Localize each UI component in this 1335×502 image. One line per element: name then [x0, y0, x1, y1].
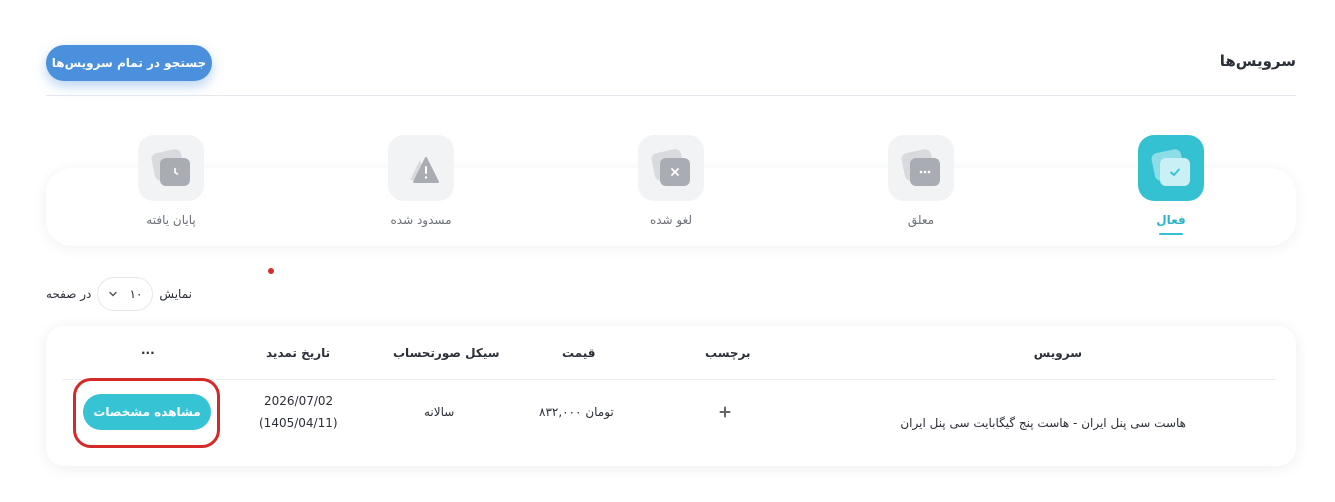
column-header-renewal-date: تاریخ تمدید	[266, 346, 331, 360]
tab-active[interactable]: فعال	[1101, 135, 1241, 245]
renewal-date-alt: (1405/04/11)	[259, 416, 338, 430]
tab-label: فعال	[1156, 213, 1186, 227]
column-header-more[interactable]: ...	[141, 343, 155, 357]
per-page-show-label: نمایش	[159, 287, 192, 301]
tab-label: معلق	[907, 213, 935, 227]
column-header-price: قیمت	[562, 346, 596, 360]
chevron-down-icon	[109, 291, 118, 297]
service-price: ۸۳۲,۰۰۰ تومان	[539, 405, 614, 419]
column-header-service: سرویس	[1033, 346, 1082, 360]
tab-active-indicator	[1159, 233, 1183, 235]
highlight-annotation	[73, 378, 220, 448]
page-header: جستجو در تمام سرویس‌ها سرویس‌ها	[46, 30, 1296, 96]
add-tag-icon[interactable]	[719, 406, 731, 418]
per-page-value: ۱۰	[129, 287, 143, 301]
tab-ended[interactable]: پایان یافته	[101, 135, 241, 245]
check-icon	[1138, 135, 1204, 201]
clock-icon	[138, 135, 204, 201]
per-page-select[interactable]: ۱۰	[97, 277, 154, 311]
tab-label: مسدود شده	[390, 213, 452, 227]
tab-label: لغو شده	[649, 213, 693, 227]
header-divider	[62, 379, 1276, 380]
column-header-tag: برچسب	[705, 346, 751, 360]
service-name: هاست سی پنل ایران - هاست پنج گیگابایت سی…	[900, 416, 1186, 430]
tab-suspended[interactable]: معلق	[851, 135, 991, 245]
column-header-billing-cycle: سیکل صورتحساب	[393, 346, 500, 360]
red-dot-marker	[268, 268, 274, 274]
warning-icon	[388, 135, 454, 201]
ellipsis-icon	[888, 135, 954, 201]
search-all-services-button[interactable]: جستجو در تمام سرویس‌ها	[46, 45, 212, 81]
tab-label: پایان یافته	[146, 213, 196, 227]
x-icon	[638, 135, 704, 201]
page-title: سرویس‌ها	[1219, 52, 1296, 70]
services-table: سرویس برچسب قیمت سیکل صورتحساب تاریخ تمد…	[46, 326, 1296, 466]
tab-blocked[interactable]: مسدود شده	[351, 135, 491, 245]
per-page-suffix: در صفحه	[46, 287, 92, 301]
per-page-control: در صفحه ۱۰ نمایش	[46, 277, 192, 311]
service-billing-cycle: سالانه	[424, 405, 455, 419]
tab-cancelled[interactable]: لغو شده	[601, 135, 741, 245]
renewal-date: 2026/07/02	[264, 394, 334, 408]
